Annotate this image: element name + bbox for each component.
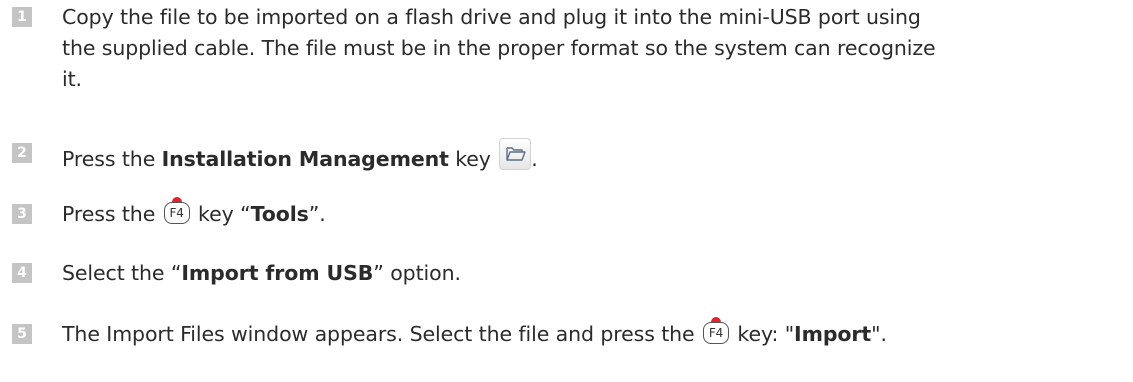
step-4: 4 Select the “Import from USB” option. xyxy=(12,258,1125,289)
step-text: The Import Files window appears. Select … xyxy=(62,317,887,350)
step-text: Copy the file to be imported on a flash … xyxy=(62,2,936,95)
step-text-suffix: ” option. xyxy=(373,261,461,285)
step-text-suffix: ". xyxy=(871,322,887,346)
step-text-middle: key “ xyxy=(191,202,251,226)
step-text-middle: key: " xyxy=(730,322,795,346)
step-text: Press the F4 key “Tools”. xyxy=(62,197,326,230)
step-text-prefix: Press the xyxy=(62,147,162,171)
f4-key-icon: F4 xyxy=(163,197,190,224)
step-text-bold: Import xyxy=(794,322,872,346)
f4-key-label: F4 xyxy=(702,322,729,344)
step-text-prefix: Select the “ xyxy=(62,261,182,285)
step-5: 5 The Import Files window appears. Selec… xyxy=(12,317,1125,350)
step-number: 1 xyxy=(12,7,32,27)
step-3: 3 Press the F4 key “Tools”. xyxy=(12,197,1125,230)
step-text-line: the supplied cable. The file must be in … xyxy=(62,36,936,60)
step-text-suffix: ”. xyxy=(308,202,326,226)
step-2: 2 Press the Installation Management key … xyxy=(12,138,1125,175)
step-text: Press the Installation Management key . xyxy=(62,138,538,175)
step-text-prefix: The Import Files window appears. Select … xyxy=(62,322,701,346)
step-number: 5 xyxy=(12,324,32,344)
instruction-steps: 1 Copy the file to be imported on a flas… xyxy=(0,0,1133,382)
step-number: 2 xyxy=(12,143,32,163)
step-text-bold: Installation Management xyxy=(161,147,449,171)
f4-key-label: F4 xyxy=(163,202,190,224)
step-text-prefix: Press the xyxy=(62,202,162,226)
step-text-suffix: key xyxy=(448,147,491,171)
step-text-end: . xyxy=(531,147,538,171)
step-number: 3 xyxy=(12,204,32,224)
step-text-bold: Tools xyxy=(250,202,309,226)
step-1: 1 Copy the file to be imported on a flas… xyxy=(12,2,1125,95)
folder-icon xyxy=(499,138,532,170)
step-text: Select the “Import from USB” option. xyxy=(62,258,461,289)
step-text-bold: Import from USB xyxy=(181,261,374,285)
step-text-line: it. xyxy=(62,67,82,91)
f4-key-icon: F4 xyxy=(702,317,729,344)
step-text-line: Copy the file to be imported on a flash … xyxy=(62,5,921,29)
step-number: 4 xyxy=(12,263,32,283)
